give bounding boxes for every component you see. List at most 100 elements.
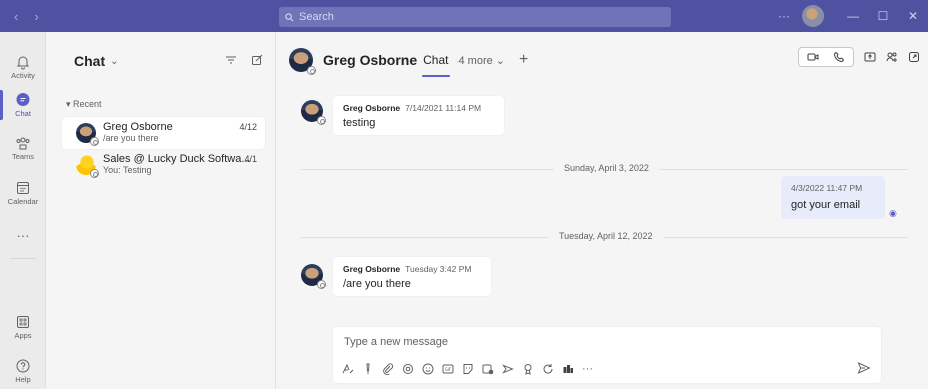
rail-label-help: Help — [15, 375, 31, 384]
maximize-icon[interactable]: ☐ — [868, 9, 898, 23]
own-message-bubble[interactable]: 4/3/2022 11:47 PM got your email — [781, 176, 885, 219]
rail-item-help[interactable]: Help — [0, 358, 46, 384]
audio-call-icon[interactable] — [833, 51, 845, 63]
avatar — [76, 123, 99, 146]
message-text: got your email — [791, 199, 861, 211]
close-icon[interactable]: ✕ — [898, 9, 928, 23]
message-time: 4/3/2022 11:47 PM — [791, 183, 863, 193]
refresh-icon[interactable] — [539, 360, 556, 377]
praise-icon[interactable] — [519, 360, 536, 377]
conversation-pane: Greg Osborne Chat 4 more ⌄ + Greg Osborn… — [277, 32, 928, 389]
help-icon — [16, 359, 30, 373]
rail-label-apps: Apps — [14, 331, 32, 340]
rail-label-chat: Chat — [15, 109, 31, 118]
format-icon[interactable] — [339, 360, 356, 377]
rail-item-calendar[interactable]: Calendar — [0, 180, 46, 206]
more-tabs-label: 4 more — [458, 54, 493, 67]
filter-icon[interactable] — [225, 54, 237, 66]
date-divider-label: Sunday, April 3, 2022 — [554, 163, 659, 173]
avatar[interactable] — [301, 264, 326, 289]
app-rail: Activity Chat Teams Calendar ··· Apps He… — [0, 32, 46, 389]
message-text: testing — [343, 117, 376, 129]
avatar[interactable] — [301, 100, 326, 125]
schedule-meeting-icon[interactable] — [479, 360, 496, 377]
add-people-icon[interactable] — [886, 51, 898, 63]
offline-status-icon — [317, 116, 326, 125]
rail-item-chat[interactable]: Chat — [0, 92, 46, 118]
rail-more-apps-icon[interactable]: ··· — [0, 228, 46, 243]
minimize-icon[interactable]: — — [838, 9, 868, 23]
more-tabs-button[interactable]: 4 more ⌄ — [459, 54, 506, 67]
rail-label-activity: Activity — [11, 71, 35, 80]
attach-icon[interactable] — [379, 360, 396, 377]
message-bubble[interactable]: Greg Osborne Tuesday 3:42 PM /are you the… — [333, 257, 491, 296]
offline-status-icon — [317, 280, 326, 289]
video-call-icon[interactable] — [807, 51, 819, 63]
gif-icon[interactable]: GIF — [439, 360, 456, 377]
chat-item-preview: You: Testing — [103, 165, 152, 175]
contact-name: Greg Osborne — [323, 52, 418, 68]
search-input[interactable]: Search — [279, 7, 671, 27]
offline-status-icon — [90, 169, 99, 178]
new-chat-icon[interactable] — [251, 54, 263, 66]
message-sender: Greg Osborne — [343, 103, 401, 113]
compose-box[interactable]: Type a new message GIF ··· — [333, 327, 881, 383]
profile-avatar[interactable] — [802, 5, 824, 27]
recent-label: Recent — [73, 99, 102, 109]
chat-list-pane: Chat ⌄ ▾ Recent Greg Osborne /are you th… — [46, 32, 276, 389]
chat-item-preview: /are you there — [103, 133, 159, 143]
teams-icon — [16, 137, 30, 150]
loop-icon[interactable] — [399, 360, 416, 377]
message-time: 7/14/2021 11:14 PM — [405, 103, 482, 113]
emoji-icon[interactable] — [419, 360, 436, 377]
message-bubble[interactable]: Greg Osborne 7/14/2021 11:14 PM testing — [333, 96, 504, 135]
sticker-icon[interactable] — [459, 360, 476, 377]
stream-icon[interactable] — [499, 360, 516, 377]
chat-icon — [16, 93, 30, 106]
chat-item-name: Sales @ Lucky Duck Softwa... — [103, 154, 251, 165]
message-sender: Greg Osborne — [343, 264, 401, 274]
back-arrow-icon[interactable]: ‹ — [14, 9, 18, 24]
avatar[interactable] — [289, 48, 316, 75]
offline-status-icon — [307, 66, 316, 75]
bell-icon — [16, 56, 30, 70]
message-time: Tuesday 3:42 PM — [405, 264, 472, 274]
apps-icon — [17, 316, 29, 328]
chat-item-date: 4/12 — [239, 122, 257, 132]
chat-item-date: 4/1 — [244, 154, 257, 164]
conversation-header: Greg Osborne Chat 4 more ⌄ + — [277, 32, 928, 88]
important-icon[interactable] — [359, 360, 376, 377]
teams-window: ‹ › Search ··· — ☐ ✕ Activity Chat Teams — [0, 0, 928, 389]
rail-item-activity[interactable]: Activity — [0, 54, 46, 80]
add-tab-icon[interactable]: + — [519, 51, 528, 69]
chat-list-item[interactable]: Sales @ Lucky Duck Softwa... You: Testin… — [62, 149, 265, 181]
share-screen-icon[interactable] — [864, 51, 876, 63]
pop-out-icon[interactable] — [908, 51, 920, 63]
app-icon[interactable] — [559, 360, 576, 377]
rail-label-calendar: Calendar — [7, 197, 39, 206]
recent-section-label[interactable]: ▾ Recent — [46, 99, 275, 117]
date-divider-label: Tuesday, April 12, 2022 — [549, 231, 663, 241]
chevron-down-icon[interactable]: ⌄ — [110, 56, 118, 67]
rail-divider — [10, 258, 36, 259]
rail-item-apps[interactable]: Apps — [0, 314, 46, 340]
rail-item-teams[interactable]: Teams — [0, 135, 46, 161]
chat-list-header: Chat ⌄ — [46, 32, 275, 90]
compose-toolbar: GIF ··· — [339, 360, 596, 377]
svg-text:GIF: GIF — [444, 366, 451, 371]
tab-chat[interactable]: Chat — [422, 53, 450, 77]
title-bar: ‹ › Search ··· — ☐ ✕ — [0, 0, 928, 32]
calendar-icon — [17, 182, 29, 194]
forward-arrow-icon[interactable]: › — [34, 9, 38, 24]
more-options-icon[interactable]: ··· — [778, 9, 790, 23]
seen-eye-icon: ◉ — [889, 208, 897, 218]
send-icon[interactable] — [857, 361, 871, 375]
chat-list-title[interactable]: Chat — [74, 53, 105, 69]
chat-list-item[interactable]: Greg Osborne /are you there 4/12 — [62, 117, 265, 149]
call-button-group — [798, 47, 854, 67]
offline-status-icon — [90, 137, 99, 146]
more-options-icon[interactable]: ··· — [579, 360, 596, 377]
avatar — [76, 155, 99, 178]
compose-input[interactable]: Type a new message — [344, 336, 448, 348]
search-icon — [285, 12, 294, 21]
